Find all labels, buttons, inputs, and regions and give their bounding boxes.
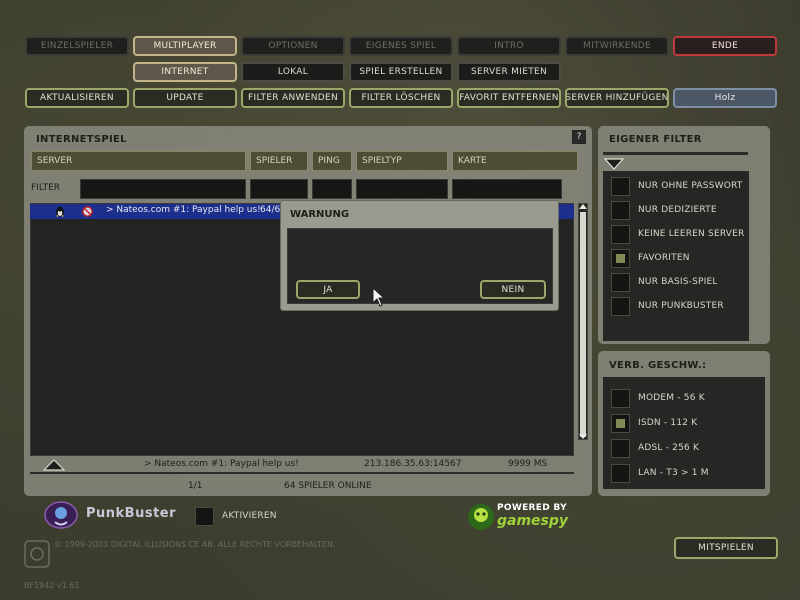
status-server: > Nateos.com #1: Paypal help us! (144, 459, 299, 469)
aktualisieren-button[interactable]: AKTUALISIEREN (25, 88, 129, 108)
lokal-tab[interactable]: LOKAL (241, 62, 345, 82)
checkbox-checked[interactable] (611, 248, 630, 268)
filter-option-base-game[interactable]: NUR BASIS-SPIEL (611, 272, 718, 292)
nein-button[interactable]: NEIN (480, 280, 546, 299)
no-punkbuster-icon (82, 206, 93, 217)
gamespy-powered-text: POWERED BY (497, 503, 567, 513)
page-indicator: 1/1 (188, 481, 203, 491)
intro-button[interactable]: INTRO (457, 36, 561, 56)
column-spieltyp[interactable]: SPIELTYP (356, 151, 448, 171)
speed-option-modem[interactable]: MODEM - 56 K (611, 388, 705, 408)
speed-option-adsl[interactable]: ADSL - 256 K (611, 438, 699, 458)
checkbox[interactable] (611, 438, 630, 458)
option-label: LAN - T3 > 1 M (638, 468, 709, 478)
multiplayer-button[interactable]: MULTIPLAYER (133, 36, 237, 56)
penguin-icon (54, 206, 66, 217)
spiel-erstellen-tab[interactable]: SPIEL ERSTELLEN (349, 62, 453, 82)
dialog-title: WARNUNG (290, 209, 350, 220)
checkbox[interactable] (611, 176, 630, 196)
filter-anwenden-button[interactable]: FILTER ANWENDEN (241, 88, 345, 108)
column-spieler[interactable]: SPIELER (250, 151, 308, 171)
checkbox[interactable] (611, 272, 630, 292)
option-label: NUR OHNE PASSWORT (638, 181, 743, 191)
ende-button[interactable]: ENDE (673, 36, 777, 56)
eigenes-spiel-button[interactable]: EIGENES SPIEL (349, 36, 453, 56)
scrollbar-track[interactable] (578, 203, 588, 440)
checkbox[interactable] (611, 296, 630, 316)
filter-loeschen-button[interactable]: FILTER LÖSCHEN (349, 88, 453, 108)
option-label: ADSL - 256 K (638, 443, 700, 453)
mitspielen-button[interactable]: MITSPIELEN (674, 537, 778, 559)
gamespy-name-text: gamespy (497, 513, 569, 529)
filter-option-no-empty[interactable]: KEINE LEEREN SERVER (611, 224, 745, 244)
server-players: 64/6 (260, 205, 281, 215)
punkbuster-logo-text: PunkBuster (86, 506, 177, 521)
option-label: NUR PUNKBUSTER (638, 301, 724, 311)
filter-option-no-password[interactable]: NUR OHNE PASSWORT (611, 176, 742, 196)
status-address: 213.186.35.63:14567 (364, 459, 462, 469)
checkbox-checked[interactable] (611, 413, 630, 433)
option-label: NUR DEDIZIERTE (638, 205, 717, 215)
server-mieten-tab[interactable]: SERVER MIETEN (457, 62, 561, 82)
column-server[interactable]: SERVER (31, 151, 246, 171)
checkbox[interactable] (611, 463, 630, 483)
status-ping: 9999 MS (508, 459, 548, 469)
version-text: BF1942 v1.61 (24, 581, 80, 590)
checkbox[interactable] (611, 388, 630, 408)
einzelspieler-button[interactable]: EINZELSPIELER (25, 36, 129, 56)
server-name: > Nateos.com #1: Paypal help us! (106, 205, 261, 215)
column-ping[interactable]: PING (312, 151, 352, 171)
filter-option-dedicated[interactable]: NUR DEDIZIERTE (611, 200, 717, 220)
mouse-cursor-icon (372, 286, 386, 307)
internet-panel-title: INTERNETSPIEL (36, 134, 127, 145)
scroll-up-arrow-icon[interactable] (578, 203, 588, 210)
option-label: FAVORITEN (638, 253, 690, 263)
favorit-entfernen-button[interactable]: FAVORIT ENTFERNEN (457, 88, 561, 108)
filter-server-input[interactable] (80, 179, 246, 199)
speed-option-isdn[interactable]: ISDN - 112 K (611, 413, 697, 433)
filter-label: FILTER (31, 183, 61, 193)
activate-label: AKTIVIEREN (222, 511, 277, 521)
collapse-triangle-icon[interactable] (42, 458, 66, 472)
filter-option-favorites[interactable]: FAVORITEN (611, 248, 690, 268)
filter-ping-input[interactable] (312, 179, 352, 199)
speed-title: VERB. GESCHW.: (609, 360, 707, 371)
players-online: 64 SPIELER ONLINE (284, 481, 372, 491)
divider (30, 472, 574, 474)
profile-button[interactable]: Holz (673, 88, 777, 108)
update-button[interactable]: UPDATE (133, 88, 237, 108)
speed-option-lan[interactable]: LAN - T3 > 1 M (611, 463, 709, 483)
filter-spieltyp-input[interactable] (356, 179, 448, 199)
mitwirkende-button[interactable]: MITWIRKENDE (565, 36, 669, 56)
dice-logo-icon (24, 540, 50, 576)
server-hinzufuegen-button[interactable]: SERVER HINZUFÜGEN (565, 88, 669, 108)
checkbox[interactable] (611, 200, 630, 220)
punkbuster-logo-icon (44, 500, 78, 530)
scrollbar-thumb[interactable] (580, 212, 586, 437)
gamespy-logo-icon (467, 503, 495, 531)
checkbox[interactable] (611, 224, 630, 244)
internet-tab[interactable]: INTERNET (133, 62, 237, 82)
scroll-down-arrow-icon[interactable] (578, 433, 588, 440)
option-label: ISDN - 112 K (638, 418, 698, 428)
option-label: NUR BASIS-SPIEL (638, 277, 718, 287)
option-label: KEINE LEEREN SERVER (638, 229, 745, 239)
filter-spieler-input[interactable] (250, 179, 308, 199)
punkbuster-activate[interactable]: AKTIVIEREN (195, 506, 277, 526)
optionen-button[interactable]: OPTIONEN (241, 36, 345, 56)
filter-karte-input[interactable] (452, 179, 562, 199)
filter-option-punkbuster[interactable]: NUR PUNKBUSTER (611, 296, 724, 316)
own-filter-divider (603, 152, 748, 155)
ja-button[interactable]: JA (296, 280, 360, 299)
help-button[interactable]: ? (572, 130, 586, 144)
column-karte[interactable]: KARTE (452, 151, 578, 171)
checkbox[interactable] (195, 506, 214, 526)
warning-dialog: WARNUNG JA NEIN (280, 200, 559, 311)
dropdown-triangle-icon[interactable] (603, 158, 625, 170)
own-filter-title: EIGENER FILTER (609, 134, 702, 145)
option-label: MODEM - 56 K (638, 393, 705, 403)
copyright-text: © 1999-2003 DIGITAL ILLUSIONS CE AB. ALL… (54, 540, 336, 549)
